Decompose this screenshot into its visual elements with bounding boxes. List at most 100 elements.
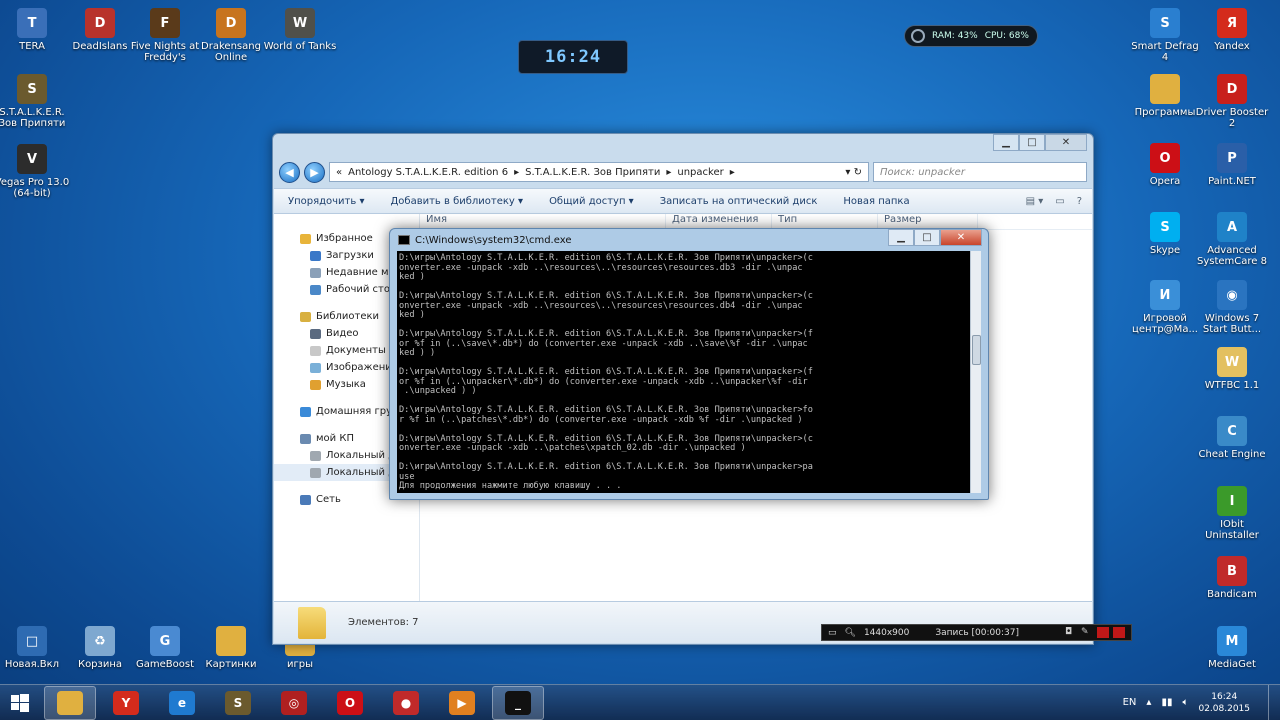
- minimize-button[interactable]: ▁: [993, 134, 1019, 151]
- forward-button[interactable]: ▶: [304, 161, 325, 183]
- desktop-icon-right-6[interactable]: S Skype: [1127, 212, 1203, 256]
- console-line: ked ): [399, 272, 425, 282]
- desktop-icon-top-4[interactable]: W World of Tanks: [262, 8, 338, 52]
- desktop-icon-label: World of Tanks: [263, 41, 337, 52]
- back-button[interactable]: ◀: [279, 161, 300, 183]
- desktop-icon-right-8[interactable]: И Игровой центр@Ма...: [1127, 280, 1203, 335]
- desktop-icon-top-3[interactable]: D Drakensang Online: [193, 8, 269, 63]
- player-icon: ▶: [449, 690, 475, 715]
- tray-arrow-icon[interactable]: ▴: [1146, 697, 1151, 708]
- show-desktop-button[interactable]: [1268, 684, 1280, 720]
- desktop-icon-right-1[interactable]: Я Yandex: [1194, 8, 1270, 52]
- refresh-icon[interactable]: ▾ ↻: [845, 167, 862, 178]
- tray-time: 16:24: [1211, 691, 1238, 702]
- desktop-icon-label: Drakensang Online: [201, 41, 261, 63]
- breadcrumb-item[interactable]: Antology S.T.A.L.K.E.R. edition 6: [348, 167, 508, 178]
- taskbar-item-player[interactable]: ▶: [436, 686, 488, 720]
- share-button[interactable]: Общий доступ ▾: [549, 196, 634, 207]
- desktop-icon-right-4[interactable]: O Opera: [1127, 143, 1203, 187]
- desktop-icon-label: Smart Defrag 4: [1131, 41, 1199, 63]
- ram-usage: RAM: 43%: [932, 31, 978, 41]
- breadcrumb-item[interactable]: ▸: [730, 167, 735, 178]
- breadcrumb-item[interactable]: ▸: [514, 167, 519, 178]
- taskbar-item-yandex-browser[interactable]: Y: [100, 686, 152, 720]
- desktop-icon-label: Игровой центр@Ма...: [1132, 313, 1198, 335]
- nav-item-label: Библиотеки: [316, 311, 380, 322]
- desktop-icon-right-10[interactable]: W WTFBC 1.1: [1194, 347, 1270, 391]
- breadcrumb[interactable]: « Antology S.T.A.L.K.E.R. edition 6 ▸ S.T.A…: [329, 162, 869, 182]
- maximize-button[interactable]: □: [1019, 134, 1045, 151]
- network-icon[interactable]: ▮▮: [1161, 697, 1172, 708]
- breadcrumb-item[interactable]: unpacker: [677, 167, 723, 178]
- search-input[interactable]: Поиск: unpacker: [873, 162, 1087, 182]
- organize-button[interactable]: Упорядочить ▾: [288, 196, 364, 207]
- item-count: Элементов: 7: [348, 617, 419, 628]
- preview-pane-icon[interactable]: ▭: [1055, 196, 1064, 207]
- desktop-icon-right-5[interactable]: P Paint.NET: [1194, 143, 1270, 187]
- desktop-icon-right-9[interactable]: ◉ Windows 7 Start Butt...: [1194, 280, 1270, 335]
- start-button[interactable]: [0, 685, 40, 720]
- column-name[interactable]: Имя: [420, 214, 666, 229]
- volume-icon[interactable]: 🔈︎: [1182, 697, 1188, 708]
- desktop-icon-label: Paint.NET: [1208, 176, 1256, 187]
- column-date[interactable]: Дата изменения: [666, 214, 772, 229]
- taskbar-item-explorer[interactable]: [44, 685, 96, 720]
- add-to-library-button[interactable]: Добавить в библиотеку ▾: [390, 196, 523, 207]
- stop-icon[interactable]: [1113, 627, 1125, 638]
- desktop-icon-right-3[interactable]: D Driver Booster 2: [1194, 74, 1270, 129]
- nav-item-icon: [300, 433, 311, 444]
- desktop-icon-top-0[interactable]: T TERA: [0, 8, 70, 52]
- cmd-scrollbar[interactable]: [970, 251, 981, 493]
- desktop-icon-bottom-3[interactable]: Картинки: [193, 626, 269, 670]
- taskbar-item-game[interactable]: ◎: [268, 686, 320, 720]
- view-icon[interactable]: ▤ ▾: [1026, 196, 1044, 207]
- column-size[interactable]: Размер: [878, 214, 978, 229]
- breadcrumb-item[interactable]: S.T.A.L.K.E.R. Зов Припяти: [525, 167, 660, 178]
- cmd-maximize-button[interactable]: □: [914, 229, 940, 246]
- windows-logo-icon: [11, 693, 29, 712]
- taskbar-item-ie[interactable]: e: [156, 686, 208, 720]
- cmd-minimize-button[interactable]: ▁: [888, 229, 914, 246]
- console-line: ked ): [399, 310, 425, 320]
- close-button[interactable]: ✕: [1045, 134, 1087, 151]
- taskbar-item-stalker[interactable]: S: [212, 686, 264, 720]
- desktop-icon-bottom-0[interactable]: □ Новая.Вкл: [0, 626, 70, 670]
- desktop-icon-right-11[interactable]: C Cheat Engine: [1194, 416, 1270, 460]
- breadcrumb-item[interactable]: «: [336, 167, 342, 178]
- desktop-icon-bottom-2[interactable]: G GameBoost: [127, 626, 203, 670]
- cmd-close-button[interactable]: ✕: [940, 229, 982, 246]
- desktop-icon-right-12[interactable]: I IObit Uninstaller: [1194, 486, 1270, 541]
- breadcrumb-item[interactable]: ▸: [666, 167, 671, 178]
- taskbar-item-cmd[interactable]: _: [492, 685, 544, 720]
- desktop-app-icon: S: [17, 74, 47, 104]
- zoom-icon: 🔍︎: [844, 627, 856, 638]
- scrollbar-thumb[interactable]: [972, 335, 981, 365]
- cmd-window[interactable]: C:\Windows\system32\cmd.exe ▁ □ ✕ D:\игр…: [389, 228, 989, 500]
- tray-clock[interactable]: 16:24 02.08.2015: [1198, 691, 1250, 715]
- pause-icon[interactable]: [1097, 627, 1109, 638]
- desktop-icon-left-1[interactable]: V Vegas Pro 13.0 (64-bit): [0, 144, 70, 199]
- new-folder-button[interactable]: Новая папка: [843, 196, 909, 207]
- desktop-icon-right-2[interactable]: Программы: [1127, 74, 1203, 118]
- desktop-icon-right-0[interactable]: S Smart Defrag 4: [1127, 8, 1203, 63]
- taskbar-item-opera[interactable]: O: [324, 686, 376, 720]
- taskbar-item-bandicam[interactable]: ●: [380, 686, 432, 720]
- console-output[interactable]: D:\игры\Antology S.T.A.L.K.E.R. edition …: [397, 251, 972, 493]
- help-icon[interactable]: ?: [1077, 196, 1082, 207]
- column-type[interactable]: Тип: [772, 214, 878, 229]
- camera-icon[interactable]: ◘: [1065, 627, 1077, 638]
- language-indicator[interactable]: EN: [1123, 697, 1137, 708]
- desktop-icon-right-14[interactable]: M MediaGet: [1194, 626, 1270, 670]
- burn-button[interactable]: Записать на оптический диск: [660, 196, 818, 207]
- desktop-app-icon: W: [1217, 347, 1247, 377]
- console-line: ked ) ): [399, 348, 436, 358]
- desktop-icon-top-2[interactable]: F Five Nights at Freddy's: [127, 8, 203, 63]
- address-bar-row: ◀ ▶ « Antology S.T.A.L.K.E.R. edition 6 ▸ S…: [279, 160, 1087, 184]
- desktop-app-icon: A: [1217, 212, 1247, 242]
- desktop-icon-left-0[interactable]: S S.T.A.L.K.E.R. Зов Припяти: [0, 74, 70, 129]
- desktop-icon-right-13[interactable]: B Bandicam: [1194, 556, 1270, 600]
- desktop-icon-right-7[interactable]: A Advanced SystemCare 8: [1194, 212, 1270, 267]
- pen-icon[interactable]: ✎: [1081, 627, 1093, 638]
- bandicam-icon: ●: [393, 690, 419, 715]
- nav-item-icon: [310, 284, 321, 295]
